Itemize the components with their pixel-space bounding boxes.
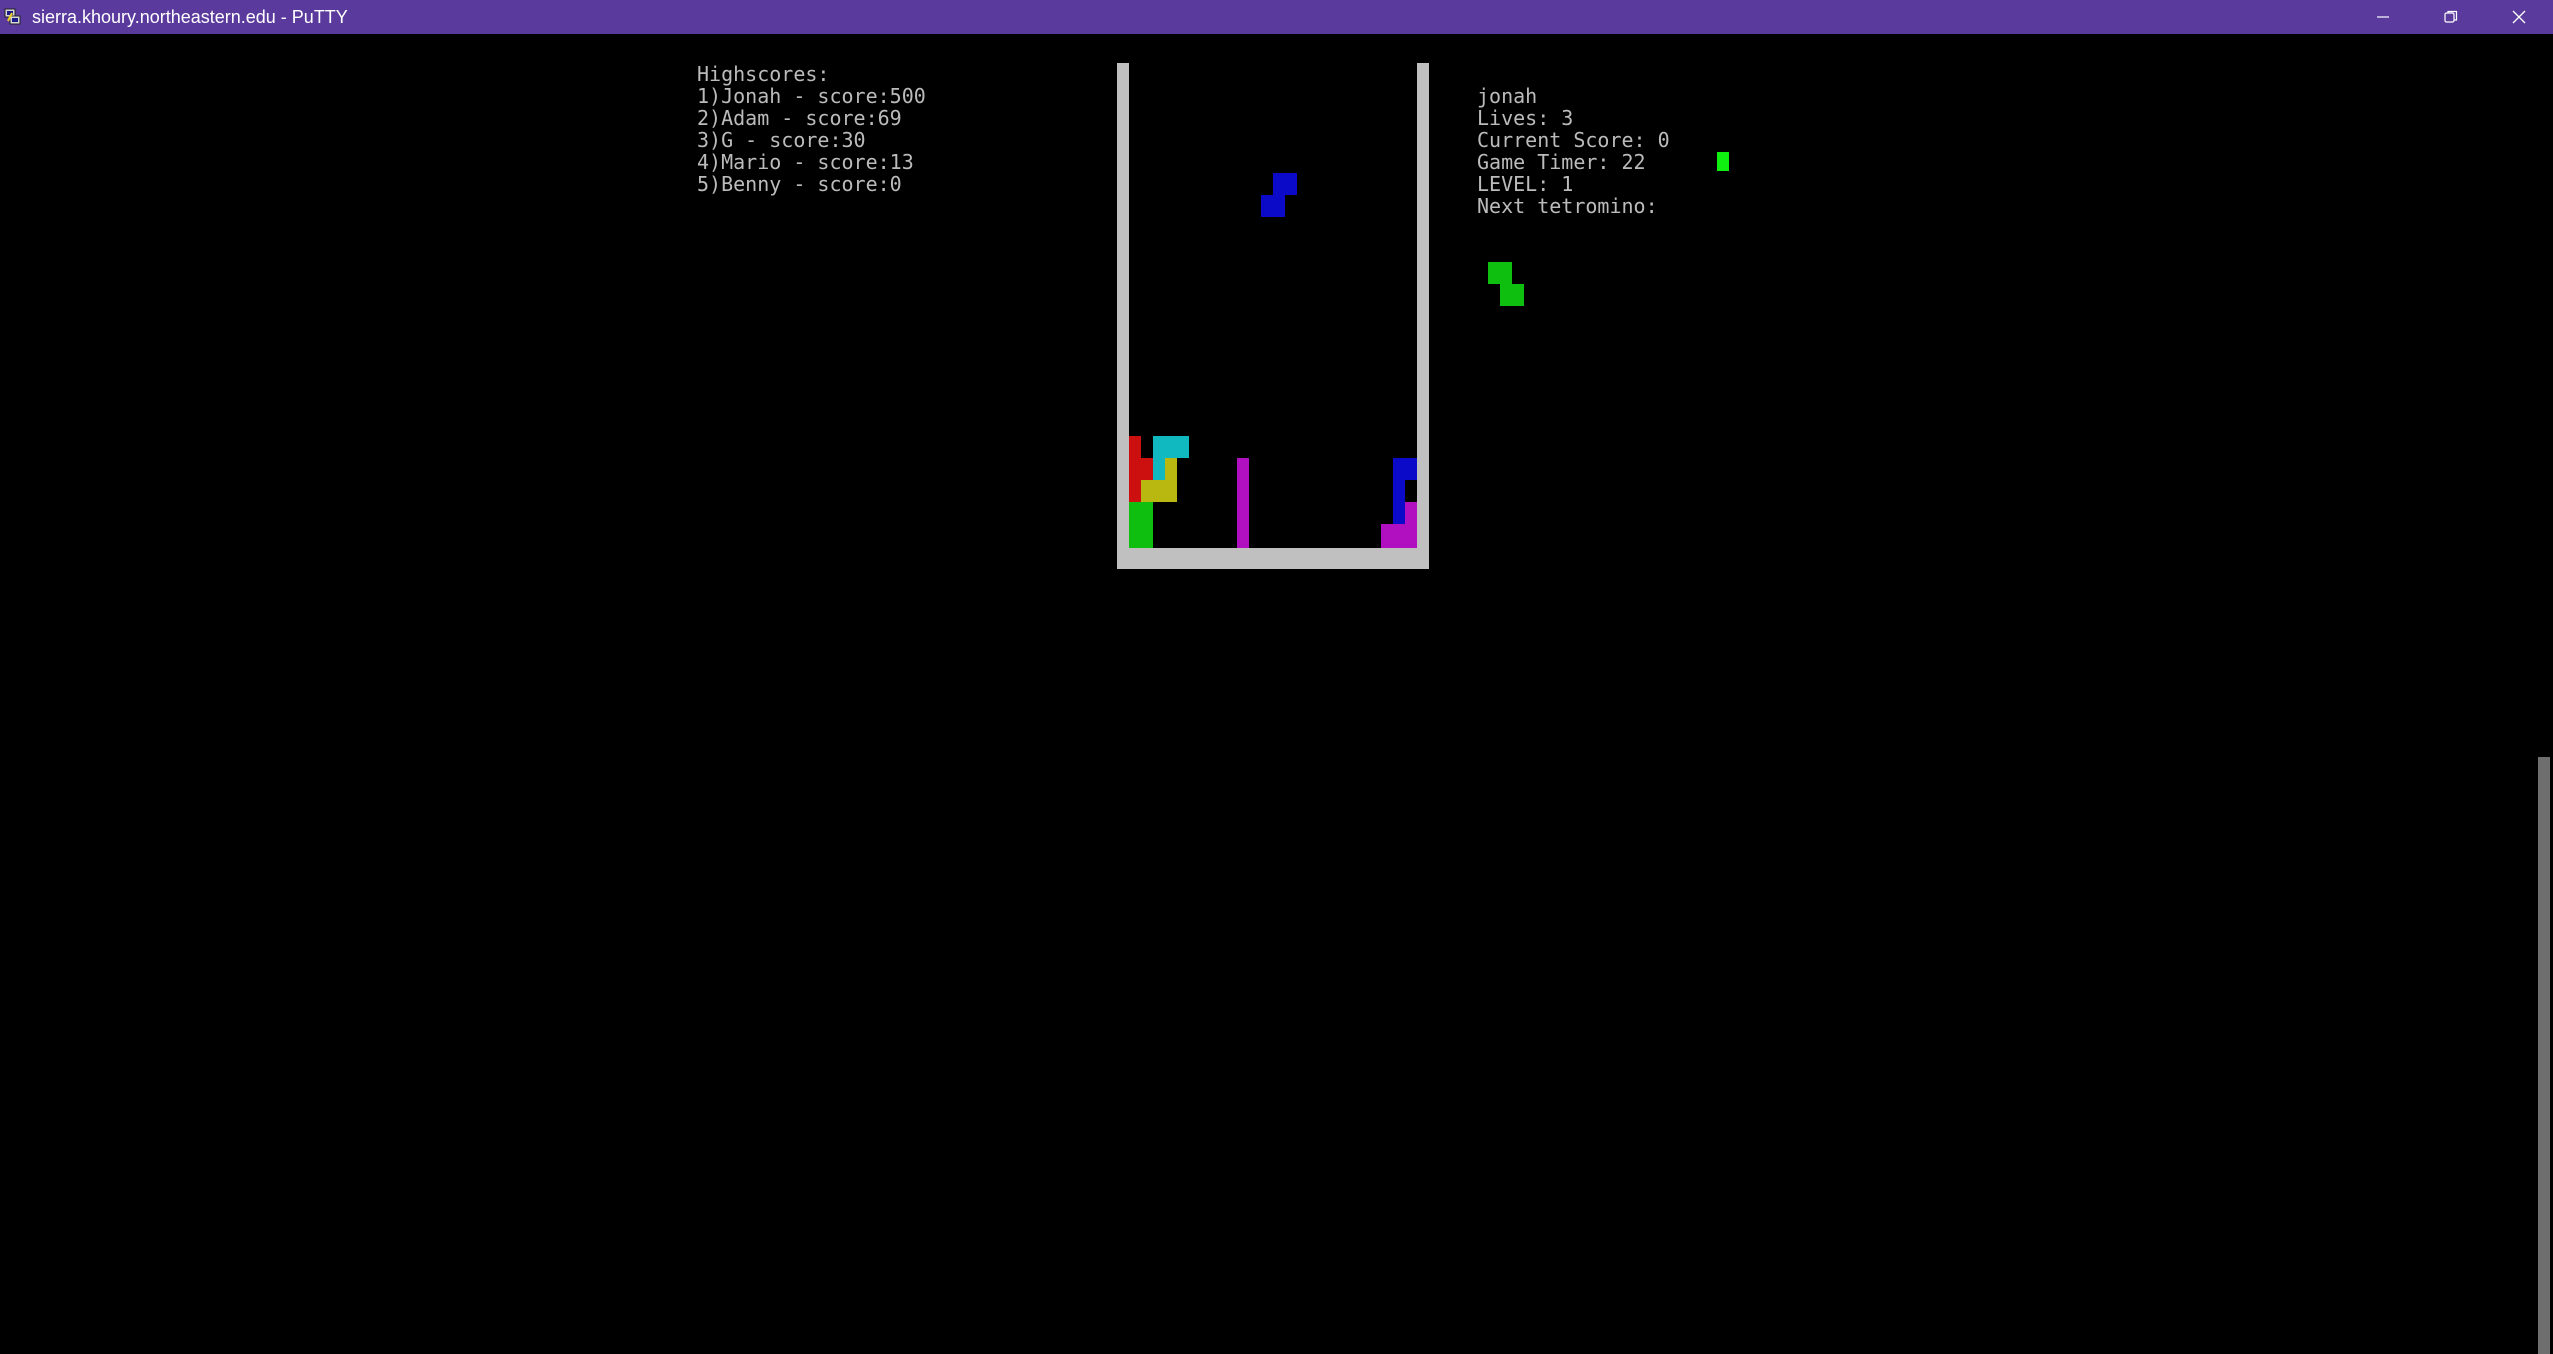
close-button[interactable]: [2485, 0, 2553, 34]
falling-block: [1261, 195, 1285, 217]
well-left-wall: [1117, 63, 1129, 569]
stacked-block: [1153, 436, 1189, 458]
current-score-readout: Current Score: 0: [1477, 128, 1670, 152]
stacked-block: [1237, 458, 1249, 548]
stacked-block: [1153, 458, 1165, 480]
player-name: jonah: [1477, 84, 1538, 108]
minimize-button[interactable]: [2349, 0, 2417, 34]
stacked-block: [1381, 524, 1417, 548]
window-title: sierra.khoury.northeastern.edu - PuTTY: [32, 7, 348, 27]
next-tetromino-block: [1488, 262, 1512, 284]
stacked-block: [1129, 502, 1153, 548]
level-readout: LEVEL: 1: [1477, 172, 1574, 196]
stacked-block: [1393, 480, 1405, 524]
restore-icon: [2444, 10, 2458, 23]
stacked-block: [1405, 502, 1417, 524]
highscore-entry-5: 5)Benny - score:0: [697, 172, 902, 196]
minimize-icon: [2377, 16, 2389, 18]
well-right-wall: [1417, 63, 1429, 569]
highscores-heading: Highscores:: [697, 62, 830, 86]
next-tetromino-block: [1500, 284, 1524, 306]
stacked-block: [1141, 480, 1177, 502]
falling-block: [1273, 173, 1297, 195]
stacked-block: [1141, 458, 1153, 480]
close-icon: [2512, 10, 2526, 24]
scrollbar-thumb[interactable]: [2538, 757, 2550, 1354]
highscore-entry-3: 3)G - score:30: [697, 128, 866, 152]
highscore-entry-2: 2)Adam - score:69: [697, 106, 902, 130]
well-floor: [1117, 548, 1429, 569]
putty-icon: [4, 8, 21, 25]
highscore-entry-4: 4)Mario - score:13: [697, 150, 914, 174]
restore-button[interactable]: [2417, 0, 2485, 34]
stacked-block: [1129, 436, 1141, 502]
next-tetromino-label: Next tetromino:: [1477, 194, 1658, 218]
stacked-block: [1393, 458, 1417, 480]
terminal-area[interactable]: [0, 34, 2553, 1354]
title-bar: sierra.khoury.northeastern.edu - PuTTY: [0, 0, 2553, 34]
highscore-entry-1: 1)Jonah - score:500: [697, 84, 926, 108]
stacked-block: [1165, 458, 1177, 480]
game-timer-readout: Game Timer: 22: [1477, 150, 1646, 174]
terminal-cursor: [1717, 152, 1729, 171]
lives-readout: Lives: 3: [1477, 106, 1574, 130]
